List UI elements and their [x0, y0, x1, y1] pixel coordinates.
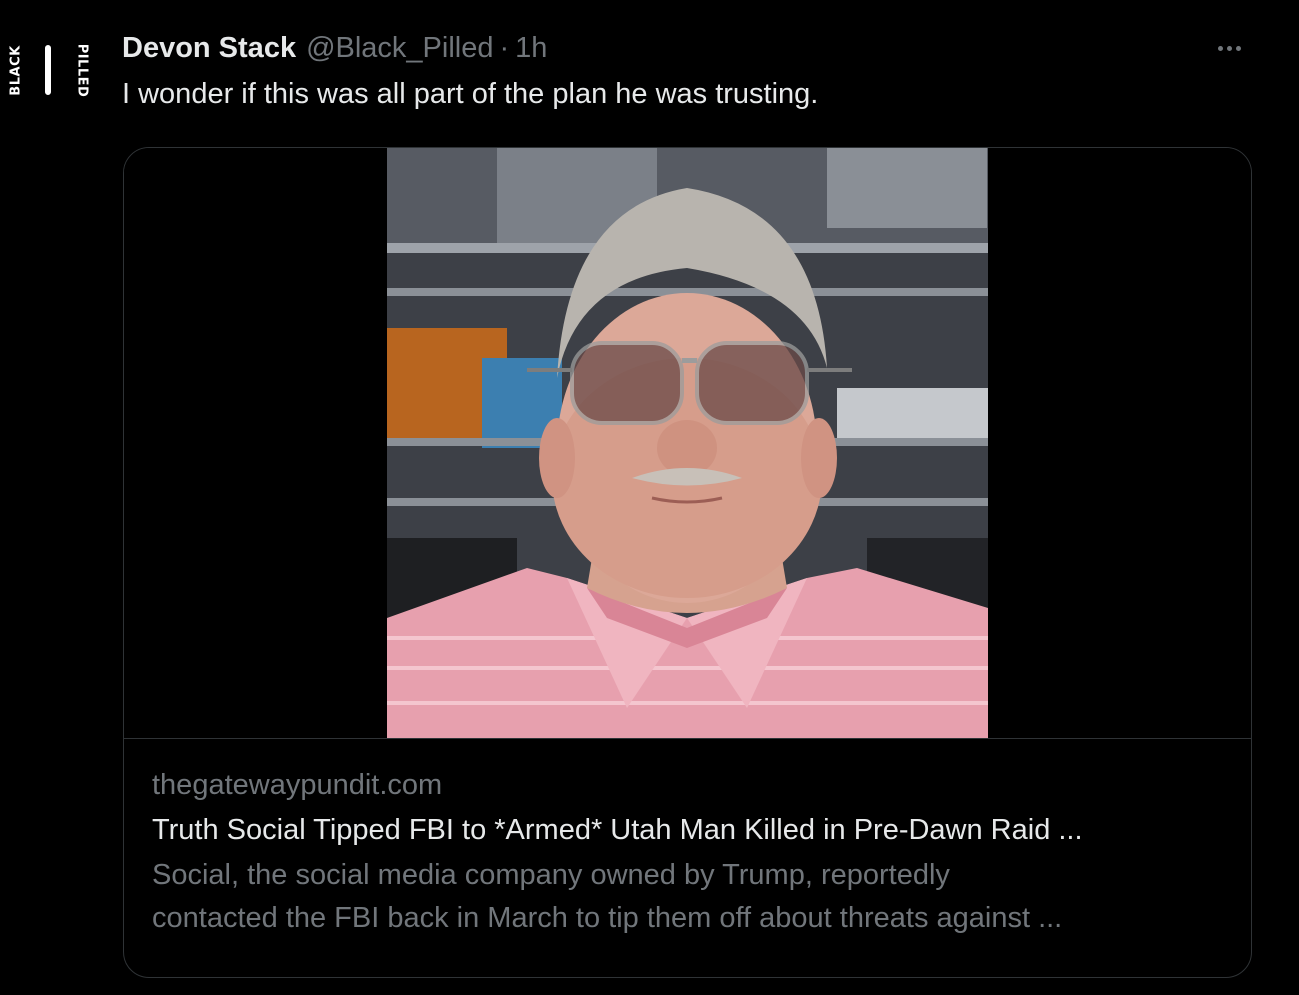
- separator-dot: ·: [499, 31, 510, 64]
- more-options-icon[interactable]: [1209, 34, 1249, 62]
- card-media[interactable]: [124, 148, 1251, 739]
- card-body: thegatewaypundit.com Truth Social Tipped…: [152, 764, 1223, 940]
- tweet-text: I wonder if this was all part of the pla…: [122, 78, 819, 110]
- tweet: BLACK PILLED Devon Stack @Black_Pilled ·…: [0, 0, 1299, 995]
- pill-icon: [45, 45, 52, 95]
- avatar-word-black: BLACK: [8, 44, 24, 96]
- tweet-header: Devon Stack @Black_Pilled · 1h: [122, 28, 547, 68]
- user-handle[interactable]: @Black_Pilled: [306, 32, 493, 65]
- card-domain: thegatewaypundit.com: [152, 769, 443, 801]
- card-description-line-2: contacted the FBI back in March to tip t…: [152, 902, 1063, 934]
- card-description-line-1: Social, the social media company owned b…: [152, 859, 950, 891]
- display-name[interactable]: Devon Stack: [122, 32, 296, 65]
- avatar-word-pilled: PILLED: [74, 43, 90, 97]
- timestamp[interactable]: 1h: [515, 32, 547, 65]
- card-title: Truth Social Tipped FBI to *Armed* Utah …: [152, 814, 1083, 846]
- card-photo[interactable]: [387, 148, 988, 738]
- link-card[interactable]: thegatewaypundit.com Truth Social Tipped…: [123, 147, 1252, 978]
- avatar[interactable]: BLACK PILLED: [9, 40, 90, 100]
